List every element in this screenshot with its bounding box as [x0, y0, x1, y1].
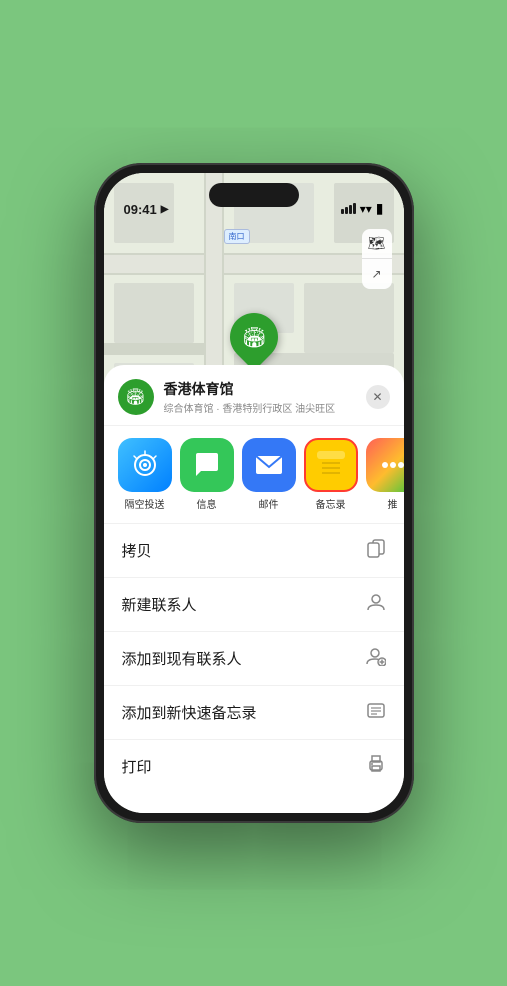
more-icon — [366, 438, 404, 492]
message-svg — [191, 449, 223, 481]
action-add-existing[interactable]: 添加到现有联系人 — [104, 632, 404, 686]
bottom-sheet: 🏟 香港体育馆 综合体育馆 · 香港特别行政区 油尖旺区 ✕ — [104, 365, 404, 813]
location-icon-status: ▶ — [161, 204, 169, 215]
notes-svg — [313, 447, 349, 483]
map-controls[interactable]: 🗺 ↗ — [362, 229, 392, 289]
new-contact-label: 新建联系人 — [122, 594, 197, 615]
location-header: 🏟 香港体育馆 综合体育馆 · 香港特别行政区 油尖旺区 ✕ — [104, 365, 404, 426]
copy-icon — [366, 538, 386, 563]
mail-svg — [253, 449, 285, 481]
notes-icon — [304, 438, 358, 492]
dynamic-island — [209, 183, 299, 207]
add-existing-label: 添加到现有联系人 — [122, 648, 242, 669]
location-info: 香港体育馆 综合体育馆 · 香港特别行政区 油尖旺区 — [164, 379, 356, 415]
pin-icon: 🏟 — [241, 325, 266, 350]
status-time: 09:41 ▶ — [124, 202, 169, 217]
phone-frame: 09:41 ▶ ▾▾ ▮ — [94, 163, 414, 823]
map-view-button[interactable]: 🗺 — [362, 229, 392, 259]
mail-label: 邮件 — [259, 496, 279, 511]
more-svg — [380, 452, 404, 478]
close-button[interactable]: ✕ — [366, 385, 390, 409]
mail-icon — [242, 438, 296, 492]
action-list: 拷贝 新建联系人 — [104, 524, 404, 813]
signal-icon — [341, 203, 356, 214]
wifi-icon: ▾▾ — [360, 202, 372, 216]
share-message[interactable]: 信息 — [180, 438, 234, 511]
copy-label: 拷贝 — [122, 540, 152, 561]
quick-note-icon — [366, 700, 386, 725]
location-name: 香港体育馆 — [164, 379, 356, 399]
airdrop-icon — [118, 438, 172, 492]
share-more[interactable]: 推 — [366, 438, 404, 511]
message-icon — [180, 438, 234, 492]
pin-circle: 🏟 — [220, 303, 288, 371]
action-quick-note[interactable]: 添加到新快速备忘录 — [104, 686, 404, 740]
notes-label: 备忘录 — [316, 496, 346, 511]
share-actions-row: 隔空投送 信息 — [104, 426, 404, 524]
share-notes[interactable]: 备忘录 — [304, 438, 358, 511]
phone-screen: 09:41 ▶ ▾▾ ▮ — [104, 173, 404, 813]
share-mail[interactable]: 邮件 — [242, 438, 296, 511]
location-description: 综合体育馆 · 香港特别行政区 油尖旺区 — [164, 400, 356, 415]
add-existing-icon — [366, 646, 386, 671]
message-label: 信息 — [197, 496, 217, 511]
status-icons: ▾▾ ▮ — [341, 200, 384, 217]
map-label: 南口 — [224, 229, 250, 244]
time-display: 09:41 — [124, 202, 157, 217]
new-contact-icon — [366, 592, 386, 617]
share-airdrop[interactable]: 隔空投送 — [118, 438, 172, 511]
print-icon — [366, 754, 386, 779]
airdrop-svg — [130, 450, 160, 480]
airdrop-label: 隔空投送 — [125, 496, 165, 511]
battery-icon: ▮ — [376, 200, 384, 217]
more-label: 推 — [388, 496, 398, 511]
print-label: 打印 — [122, 756, 152, 777]
action-new-contact[interactable]: 新建联系人 — [104, 578, 404, 632]
action-copy[interactable]: 拷贝 — [104, 524, 404, 578]
location-venue-icon: 🏟 — [118, 379, 154, 415]
location-button[interactable]: ↗ — [362, 259, 392, 289]
action-print[interactable]: 打印 — [104, 740, 404, 793]
quick-note-label: 添加到新快速备忘录 — [122, 702, 257, 723]
